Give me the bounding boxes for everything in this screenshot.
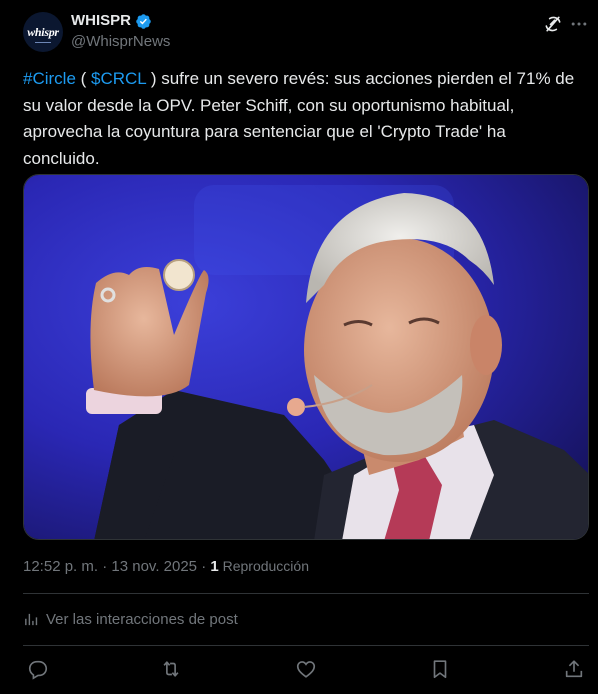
author-handle[interactable]: @WhisprNews	[71, 33, 170, 50]
hashtag-link[interactable]: #Circle	[23, 69, 76, 88]
meta-separator: ·	[98, 558, 112, 575]
divider	[23, 593, 589, 594]
view-interactions-label: Ver las interacciones de post	[46, 611, 238, 628]
divider-2	[23, 645, 589, 646]
analytics-icon	[25, 613, 38, 626]
verified-badge-icon	[136, 14, 151, 29]
post-time[interactable]: 12:52 p. m.	[23, 558, 98, 575]
post-date[interactable]: 13 nov. 2025	[111, 558, 197, 575]
bookmark-icon[interactable]	[426, 655, 454, 683]
action-bar	[0, 655, 598, 683]
view-interactions-link[interactable]: Ver las interacciones de post	[23, 611, 238, 628]
post-text: #Circle ( $CRCL ) sufre un severo revés:…	[23, 66, 583, 172]
post-image[interactable]	[23, 174, 589, 540]
repost-icon[interactable]	[157, 655, 185, 683]
more-options-icon[interactable]	[568, 14, 590, 34]
post: whispr WHISPR @WhisprNews #Circle ( $CRC…	[0, 0, 598, 694]
paren-open: (	[75, 69, 92, 88]
cashtag-link[interactable]: $CRCL	[91, 69, 146, 88]
meta-separator-2: ·	[197, 558, 211, 575]
share-icon[interactable]	[560, 655, 588, 683]
views-label: Reproducción	[218, 558, 309, 574]
views-count: 1	[210, 558, 219, 575]
reply-icon[interactable]	[24, 655, 52, 683]
grok-icon[interactable]	[543, 14, 563, 34]
avatar-underline	[35, 42, 51, 43]
post-meta: 12:52 p. m. · 13 nov. 2025 · 1 Reproducc…	[23, 558, 309, 575]
avatar[interactable]: whispr	[23, 12, 63, 52]
avatar-logo-text: whispr	[27, 24, 59, 39]
author-name[interactable]: WHISPR	[71, 12, 131, 29]
like-icon[interactable]	[292, 655, 320, 683]
